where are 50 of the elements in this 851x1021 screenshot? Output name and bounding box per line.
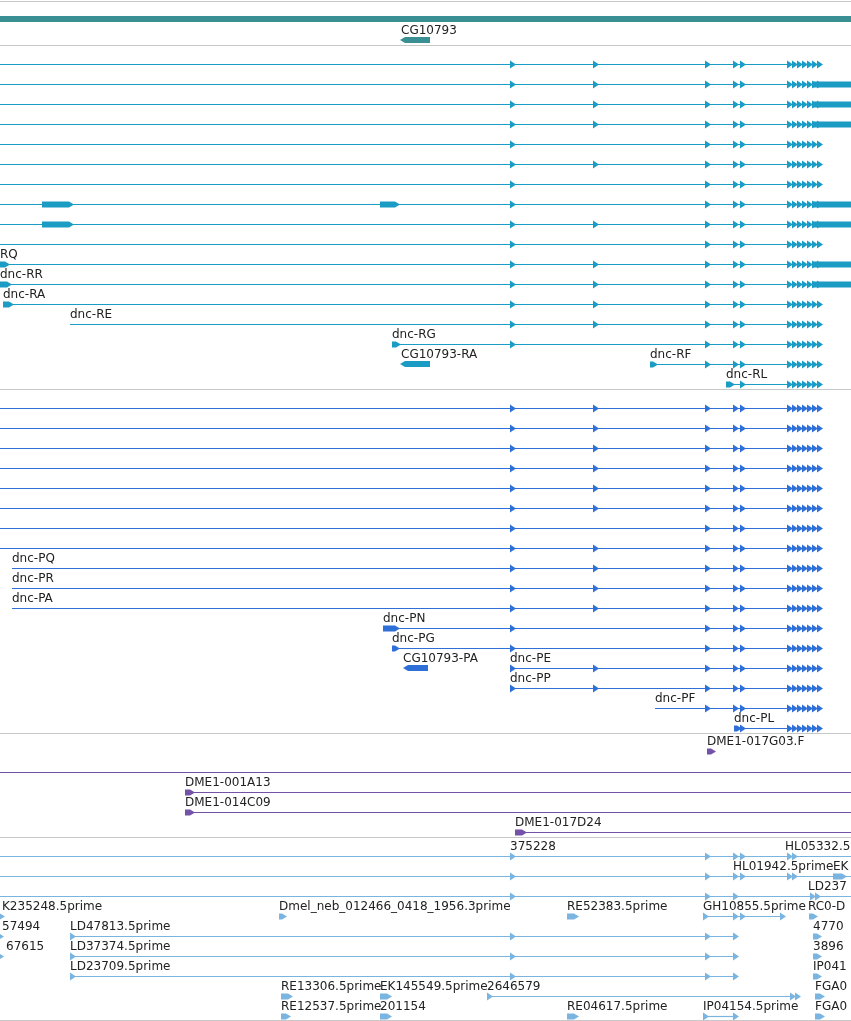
feature-label: Dmel_neb_012466_0418_1956.3prime <box>279 899 511 913</box>
feature-label: GH10855.5prime <box>703 899 806 913</box>
feature-label: dnc-PQ <box>12 551 55 565</box>
feature-label: dnc-RL <box>726 367 768 381</box>
feature-label: LD47813.5prime <box>70 919 171 933</box>
feature-label: DME1-001A13 <box>185 775 271 789</box>
feature-label: dnc-PF <box>655 691 696 705</box>
feature-label: RC0-D <box>808 899 846 913</box>
feature-label: dnc-PL <box>734 711 775 725</box>
feature-label: DME1-017D24 <box>515 815 602 829</box>
feature-label: RQ <box>0 247 18 261</box>
feature-label: DME1-014C09 <box>185 795 271 809</box>
feature-label: EK145549.5prime <box>380 979 488 993</box>
feature-label: LD37374.5prime <box>70 939 171 953</box>
feature-label: DME1-017G03.F <box>707 734 805 748</box>
feature-label: HL05332.5 <box>785 839 851 853</box>
feature-label: dnc-PG <box>392 631 435 645</box>
feature-label: dnc-RG <box>392 327 436 341</box>
feature-label: dnc-PE <box>510 651 551 665</box>
feature-label: dnc-RE <box>70 307 113 321</box>
feature-label: dnc-RA <box>3 287 46 301</box>
feature-label: FGA0 <box>815 979 848 993</box>
feature-label: 201154 <box>380 999 426 1013</box>
feature-label: LD237 <box>808 879 847 893</box>
feature-label: CG10793-PA <box>403 651 478 665</box>
feature-label: dnc-PP <box>510 671 551 685</box>
feature-label: dnc-PR <box>12 571 54 585</box>
feature-label: 67615 <box>6 939 45 953</box>
feature-label: IP04154.5prime <box>703 999 799 1013</box>
feature-label: RE13306.5prime <box>281 979 382 993</box>
feature-label: K235248.5prime <box>2 899 103 913</box>
feature-label: IP041 <box>813 959 847 973</box>
feature-label: 4770 <box>813 919 844 933</box>
feature-label: FGA0 <box>815 999 848 1013</box>
feature-label: RE04617.5prime <box>567 999 668 1013</box>
feature-label: HL01942.5prime <box>733 859 834 873</box>
feature-label: 2646579 <box>487 979 541 993</box>
feature-label: dnc-RR <box>0 267 43 281</box>
feature-label: dnc-PA <box>12 591 53 605</box>
feature-label: EK <box>833 859 849 873</box>
feature-label: RE52383.5prime <box>567 899 668 913</box>
feature-label: CG10793-RA <box>401 347 478 361</box>
feature-label: CG10793 <box>401 23 457 37</box>
feature-label: dnc-RF <box>650 347 692 361</box>
feature-label: LD23709.5prime <box>70 959 171 973</box>
feature-label: RE12537.5prime <box>281 999 382 1013</box>
feature-label: dnc-PN <box>383 611 426 625</box>
feature-label: 57494 <box>2 919 41 933</box>
feature-label: 3896 <box>813 939 844 953</box>
feature-label: 375228 <box>510 839 556 853</box>
